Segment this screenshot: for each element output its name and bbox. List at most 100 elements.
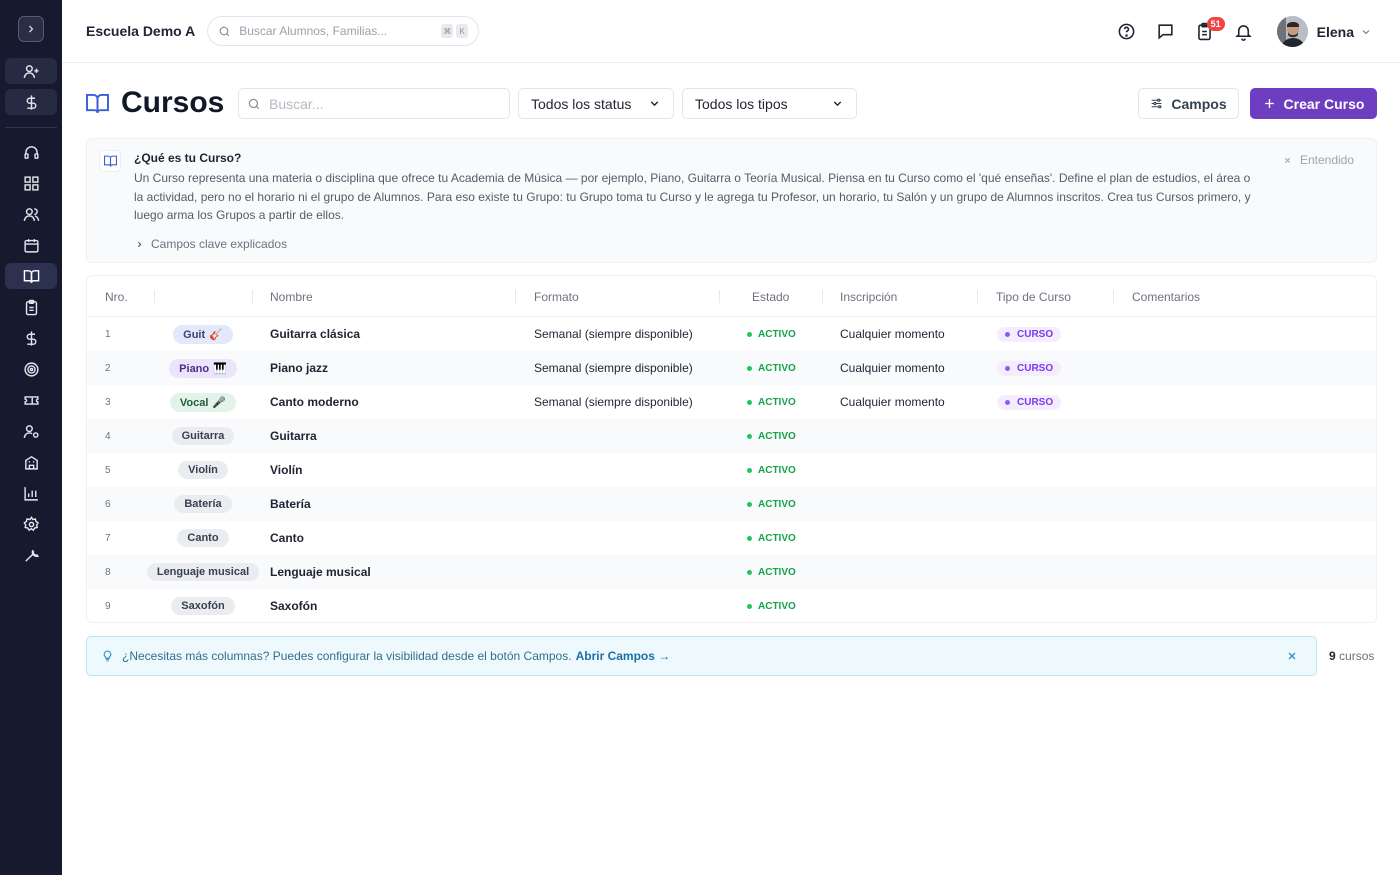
enrollment-value: Cualquier momento xyxy=(840,327,945,341)
course-chip-label: Lenguaje musical xyxy=(156,566,250,578)
user-avatar[interactable] xyxy=(1276,16,1308,47)
sidebar-expand-button[interactable] xyxy=(18,16,44,42)
sidebar-item-staff[interactable] xyxy=(5,418,57,444)
sidebar-item-reports[interactable] xyxy=(5,480,57,506)
column-header-formato[interactable]: Formato xyxy=(534,290,579,304)
sidebar-item-finance[interactable] xyxy=(5,325,57,351)
sidebar-item-students[interactable] xyxy=(5,201,57,227)
row-number: 5 xyxy=(105,464,111,476)
create-course-button[interactable]: Crear Curso xyxy=(1250,88,1377,119)
sidebar-item-goals[interactable] xyxy=(5,356,57,382)
campos-button[interactable]: Campos xyxy=(1138,88,1239,119)
status-badge: ACTIVO xyxy=(747,385,796,419)
sidebar-item-calendar[interactable] xyxy=(5,232,57,258)
users-icon xyxy=(23,207,39,221)
course-chip[interactable]: Piano 🎹 xyxy=(169,358,237,378)
column-header-nombre[interactable]: Nombre xyxy=(270,290,313,304)
table-row[interactable]: 3 Vocal 🎤 Canto moderno Semanal (siempre … xyxy=(87,385,1376,419)
key-fields-toggle[interactable]: Campos clave explicados xyxy=(135,237,287,251)
course-chip[interactable]: Canto xyxy=(177,529,229,547)
column-header-num[interactable]: Nro. xyxy=(105,290,128,304)
dismiss-info-button[interactable]: Entendido xyxy=(1283,153,1354,167)
status-dot xyxy=(747,501,752,507)
type-filter-select[interactable]: Todos los tipos xyxy=(682,88,857,119)
open-campos-link[interactable]: Abrir Campos → xyxy=(576,649,671,663)
course-name[interactable]: Violín xyxy=(270,453,302,487)
course-name[interactable]: Guitarra xyxy=(270,419,317,453)
sidebar-item-attendance[interactable] xyxy=(5,294,57,320)
course-count-label: cursos xyxy=(1339,649,1375,663)
course-name[interactable]: Canto moderno xyxy=(270,385,359,419)
global-search-input[interactable]: Buscar Alumnos, Familias... ⌘ K xyxy=(207,16,480,46)
sidebar-item-tickets[interactable] xyxy=(5,387,57,413)
column-header-tipo[interactable]: Tipo de Curso xyxy=(996,290,1071,304)
course-chip[interactable]: Violín xyxy=(178,461,228,479)
table-row[interactable]: 6 Batería Batería ACTIVO xyxy=(87,487,1376,521)
table-row[interactable]: 4 Guitarra Guitarra ACTIVO xyxy=(87,419,1376,453)
sidebar-item-school[interactable] xyxy=(5,449,57,475)
course-name[interactable]: Canto xyxy=(270,521,304,555)
table-row[interactable]: 2 Piano 🎹 Piano jazz Semanal (siempre dis… xyxy=(87,351,1376,385)
column-divider[interactable] xyxy=(719,290,720,303)
status-dot xyxy=(747,433,752,439)
user-name[interactable]: Elena xyxy=(1317,24,1354,40)
course-name[interactable]: Guitarra clásica xyxy=(270,317,360,351)
school-name[interactable]: Escuela Demo A xyxy=(86,23,195,39)
sidebar-item-tools[interactable] xyxy=(5,542,57,568)
status-badge: ACTIVO xyxy=(747,487,796,521)
column-divider[interactable] xyxy=(154,290,155,303)
table-row[interactable]: 1 Guit 🎸 Guitarra clásica Semanal (siempr… xyxy=(87,317,1376,351)
course-name[interactable]: Piano jazz xyxy=(270,351,328,385)
table-row[interactable]: 5 Violín Violín ACTIVO xyxy=(87,453,1376,487)
course-chip[interactable]: Guitarra xyxy=(171,427,235,445)
tasks-button[interactable]: 51 xyxy=(1185,16,1225,47)
chevron-right-icon xyxy=(29,25,34,33)
course-count-number: 9 xyxy=(1329,649,1336,663)
column-divider[interactable] xyxy=(977,290,978,303)
sidebar-item-settings[interactable] xyxy=(5,511,57,537)
topbar-actions: 51 Elena xyxy=(1107,0,1372,63)
course-chip-label: Saxofón xyxy=(181,600,225,612)
column-header-estado[interactable]: Estado xyxy=(752,290,789,304)
help-button[interactable] xyxy=(1107,17,1146,47)
column-divider[interactable] xyxy=(1113,290,1114,303)
chevron-down-icon[interactable] xyxy=(1360,26,1372,38)
course-chip[interactable]: Vocal 🎤 xyxy=(169,392,237,412)
close-icon[interactable] xyxy=(1286,650,1298,662)
column-divider[interactable] xyxy=(252,290,253,303)
messages-button[interactable] xyxy=(1146,17,1185,47)
sidebar-item-support[interactable] xyxy=(5,139,57,165)
course-chip[interactable]: Batería xyxy=(174,495,232,513)
course-name[interactable]: Saxofón xyxy=(270,589,317,622)
course-chip[interactable]: Guit 🎸 xyxy=(173,324,233,344)
course-chip[interactable]: Lenguaje musical xyxy=(146,563,260,581)
sidebar-item-dashboard[interactable] xyxy=(5,170,57,196)
sidebar-item-payments-quick[interactable] xyxy=(5,89,57,115)
column-header-inscripcion[interactable]: Inscripción xyxy=(840,290,897,304)
column-divider[interactable] xyxy=(515,290,516,303)
course-chip-emoji: 🎸 xyxy=(209,328,223,341)
course-name[interactable]: Batería xyxy=(270,487,311,521)
status-label: ACTIVO xyxy=(758,600,796,612)
course-chip[interactable]: Saxofón xyxy=(171,597,235,615)
sidebar-item-add-user[interactable] xyxy=(5,58,57,84)
row-number: 6 xyxy=(105,498,111,510)
sidebar-item-courses[interactable] xyxy=(5,263,57,289)
calendar-icon xyxy=(23,238,39,253)
column-header-comentarios[interactable]: Comentarios xyxy=(1132,290,1200,304)
sidebar-divider xyxy=(5,127,57,128)
course-type-badge: CURSO xyxy=(997,326,1062,342)
table-row[interactable]: 8 Lenguaje musical Lenguaje musical ACTI… xyxy=(87,555,1376,589)
status-badge: ACTIVO xyxy=(747,589,796,622)
ticket-icon xyxy=(23,395,39,405)
course-name[interactable]: Lenguaje musical xyxy=(270,555,371,589)
sliders-icon xyxy=(1152,98,1162,109)
course-search-input[interactable]: Buscar... xyxy=(238,88,510,119)
search-icon xyxy=(248,98,260,109)
table-row[interactable]: 9 Saxofón Saxofón ACTIVO xyxy=(87,589,1376,622)
status-filter-select[interactable]: Todos los status xyxy=(518,88,674,119)
table-row[interactable]: 7 Canto Canto ACTIVO xyxy=(87,521,1376,555)
notifications-button[interactable] xyxy=(1224,17,1263,47)
course-chip-label: Piano xyxy=(179,362,210,375)
column-divider[interactable] xyxy=(822,290,823,303)
